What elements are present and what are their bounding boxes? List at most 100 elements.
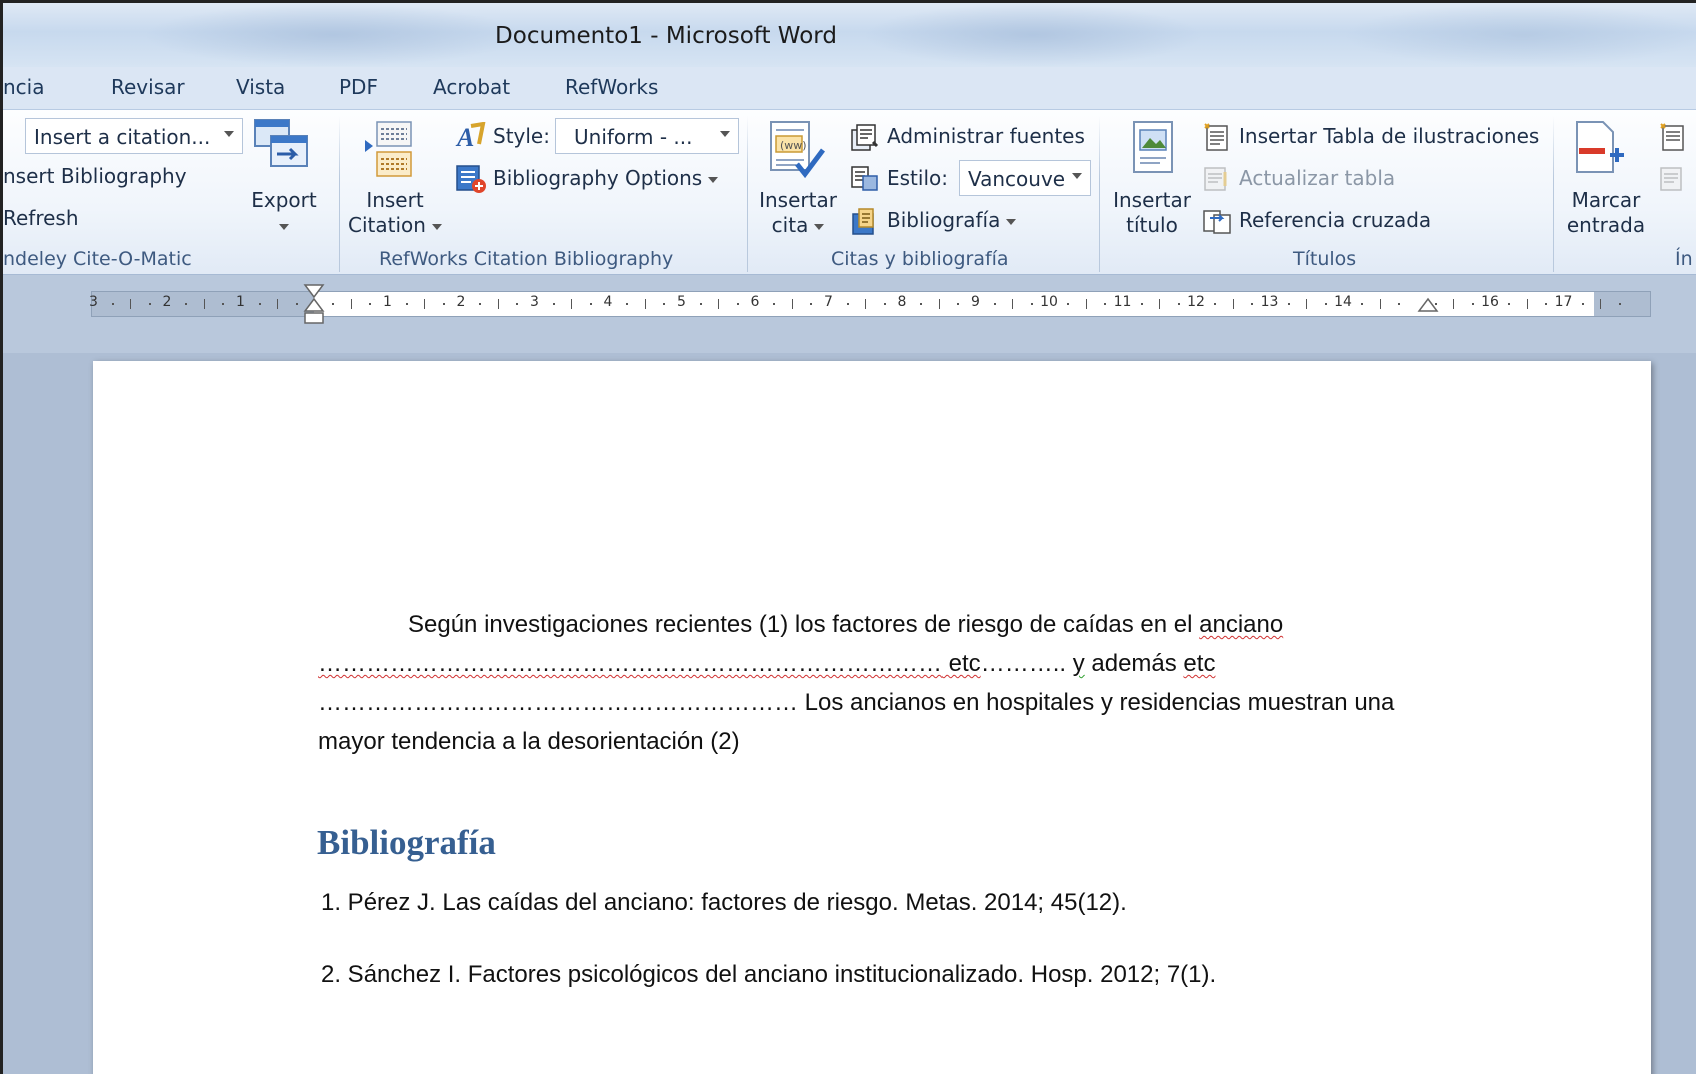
style-icon: A xyxy=(455,121,487,157)
ruler-tick xyxy=(185,303,188,305)
tab-vista[interactable]: Vista xyxy=(236,75,285,99)
ruler-tick xyxy=(1453,299,1455,309)
insert-citation-button[interactable]: Insert Citation xyxy=(343,188,447,238)
group-separator xyxy=(339,116,340,272)
ruler-number: 6 xyxy=(750,294,760,310)
indice-group-label: Ín xyxy=(1675,248,1693,270)
insertar-tabla-button[interactable]: Insertar Tabla de ilustraciones xyxy=(1239,124,1539,148)
ruler-tick xyxy=(810,303,813,305)
marcar-entrada-button[interactable]: Marcar entrada xyxy=(1563,188,1649,238)
ruler-tick xyxy=(883,303,886,305)
insertar-titulo-icon xyxy=(1131,120,1177,185)
ruler-tick xyxy=(552,303,555,305)
ruler-number: 2 xyxy=(456,294,466,310)
bibliography-options-icon xyxy=(455,164,487,199)
ruler-tick xyxy=(1398,303,1401,305)
reference-item: 1. Pérez J. Las caídas del anciano: fact… xyxy=(321,889,1127,916)
refworks-group-label: RefWorks Citation Bibliography xyxy=(379,248,674,270)
ruler-tick xyxy=(699,303,702,305)
bibliography-options-button[interactable]: Bibliography Options xyxy=(493,166,719,190)
administrar-fuentes-button[interactable]: Administrar fuentes xyxy=(887,124,1085,148)
ribbon: Insert a citation... nsert Bibliography … xyxy=(3,109,1696,275)
ruler-number: 17 xyxy=(1554,294,1573,310)
ruler-tick xyxy=(589,303,592,305)
ruler-number: 11 xyxy=(1113,294,1132,310)
svg-text:(ww): (ww) xyxy=(780,139,807,152)
ruler-tick xyxy=(1159,299,1161,309)
indent-marker[interactable] xyxy=(303,283,325,332)
titulos-group-label: Títulos xyxy=(1293,248,1357,270)
insertar-tabla-icon xyxy=(1201,122,1233,157)
document-workspace: Según investigaciones recientes (1) los … xyxy=(3,353,1696,1074)
ruler-tick xyxy=(369,303,372,305)
ruler-tick xyxy=(957,303,960,305)
insert-citation-box[interactable]: Insert a citation... xyxy=(25,118,243,154)
referencia-cruzada-button[interactable]: Referencia cruzada xyxy=(1239,208,1431,232)
title-bar: Documento1 - Microsoft Word xyxy=(3,3,1696,67)
ruler-right-margin xyxy=(1594,292,1650,316)
style-dropdown[interactable]: Uniform - ... xyxy=(555,118,739,154)
tab-refworks[interactable]: RefWorks xyxy=(565,75,658,99)
administrar-fuentes-icon xyxy=(849,122,881,157)
paragraph-line: …………………………………………………… Los ancianos en hos… xyxy=(318,689,1395,716)
right-indent-marker[interactable] xyxy=(1417,297,1439,322)
ruler-number: 1 xyxy=(236,294,245,310)
ruler-tick xyxy=(791,299,793,309)
tab-pdf[interactable]: PDF xyxy=(339,75,378,99)
citas-group-label: Citas y bibliografía xyxy=(831,248,1009,270)
window-title: Documento1 - Microsoft Word xyxy=(495,23,837,49)
tab-acrobat[interactable]: Acrobat xyxy=(433,75,510,99)
ruler-tick xyxy=(424,299,426,309)
ruler-number: 14 xyxy=(1334,294,1352,310)
ruler-number: 13 xyxy=(1260,294,1279,310)
ruler-tick xyxy=(1030,303,1033,305)
ruler-tick xyxy=(148,303,151,305)
document-page[interactable]: Según investigaciones recientes (1) los … xyxy=(93,361,1651,1074)
ruler-tick xyxy=(258,303,261,305)
mendeley-group-label: ndeley Cite-O-Matic xyxy=(3,248,192,270)
ruler-number: 12 xyxy=(1187,294,1205,310)
ruler-tick xyxy=(718,299,720,309)
ruler-number: 8 xyxy=(897,294,907,310)
ruler-tick xyxy=(1471,303,1474,305)
ruler-tick xyxy=(938,299,940,309)
ruler-tick xyxy=(865,299,867,309)
tab-revisar[interactable]: Revisar xyxy=(111,75,185,99)
ruler-number: 10 xyxy=(1040,294,1058,310)
group-separator xyxy=(1553,116,1554,272)
ruler-number: 4 xyxy=(603,294,613,310)
actualizar-tabla-button[interactable]: Actualizar tabla xyxy=(1239,166,1395,190)
ruler-tick xyxy=(1324,303,1327,305)
ruler-tick xyxy=(1104,303,1107,305)
ruler-tick xyxy=(1306,299,1308,309)
referencia-cruzada-icon xyxy=(1201,206,1233,241)
tab-referencias[interactable]: ncia xyxy=(3,75,44,99)
ruler-tick xyxy=(350,299,352,309)
ruler-tick xyxy=(295,303,298,305)
insert-bibliography-button[interactable]: nsert Bibliography xyxy=(3,164,187,188)
ruler-tick xyxy=(1214,303,1217,305)
bibliografia-button[interactable]: Bibliografía xyxy=(887,208,1017,232)
ruler-tick xyxy=(1067,303,1070,305)
ruler-tick xyxy=(846,303,849,305)
paragraph-line: mayor tendencia a la desorientación (2) xyxy=(318,728,740,755)
ruler-tick xyxy=(1140,303,1143,305)
refresh-button[interactable]: Refresh xyxy=(3,206,79,230)
marcar-entrada-icon xyxy=(1573,120,1629,185)
insertar-titulo-button[interactable]: Insertar título xyxy=(1109,188,1195,238)
insertar-cita-button[interactable]: Insertar cita xyxy=(755,188,841,238)
ruler-tick xyxy=(479,303,482,305)
actualizar-tabla-icon xyxy=(1201,164,1233,199)
ruler-tick xyxy=(1508,303,1511,305)
estilo-dropdown[interactable]: Vancouve xyxy=(959,160,1091,196)
ruler-tick xyxy=(1251,303,1254,305)
ruler-tick xyxy=(1232,299,1234,309)
export-button[interactable]: Export xyxy=(251,188,317,238)
reference-item: 2. Sánchez I. Factores psicológicos del … xyxy=(321,961,1217,988)
ribbon-tabs: ncia Revisar Vista PDF Acrobat RefWorks xyxy=(3,67,1696,111)
ruler-number: 1 xyxy=(383,294,392,310)
group-separator xyxy=(747,116,748,272)
bibliography-heading: Bibliografía xyxy=(317,823,496,862)
ruler-tick xyxy=(644,299,646,309)
ruler-number: 7 xyxy=(824,294,833,310)
